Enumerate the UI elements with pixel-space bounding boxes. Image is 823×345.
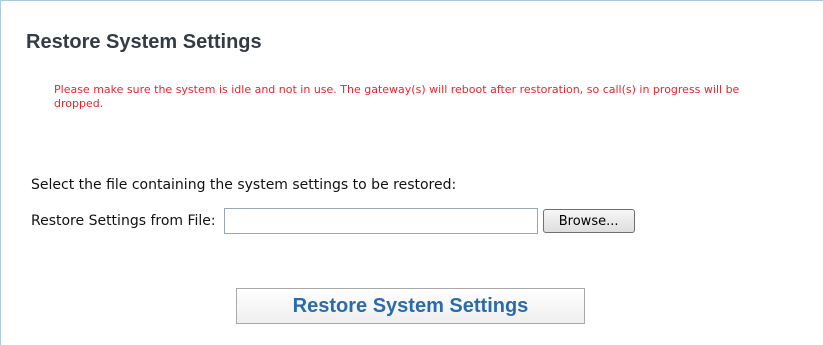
restore-file-label: Restore Settings from File: [31,213,216,229]
warning-message: Please make sure the system is idle and … [54,83,740,110]
restore-file-path-input[interactable] [223,208,538,234]
restore-system-settings-button[interactable]: Restore System Settings [236,288,585,324]
browse-button[interactable]: Browse... [542,209,635,233]
restore-settings-panel: Restore System Settings Please make sure… [0,0,823,345]
select-file-instruction: Select the file containing the system se… [31,177,457,193]
file-select-row: Restore Settings from File: Browse... [31,207,635,235]
page-title: Restore System Settings [26,31,262,53]
